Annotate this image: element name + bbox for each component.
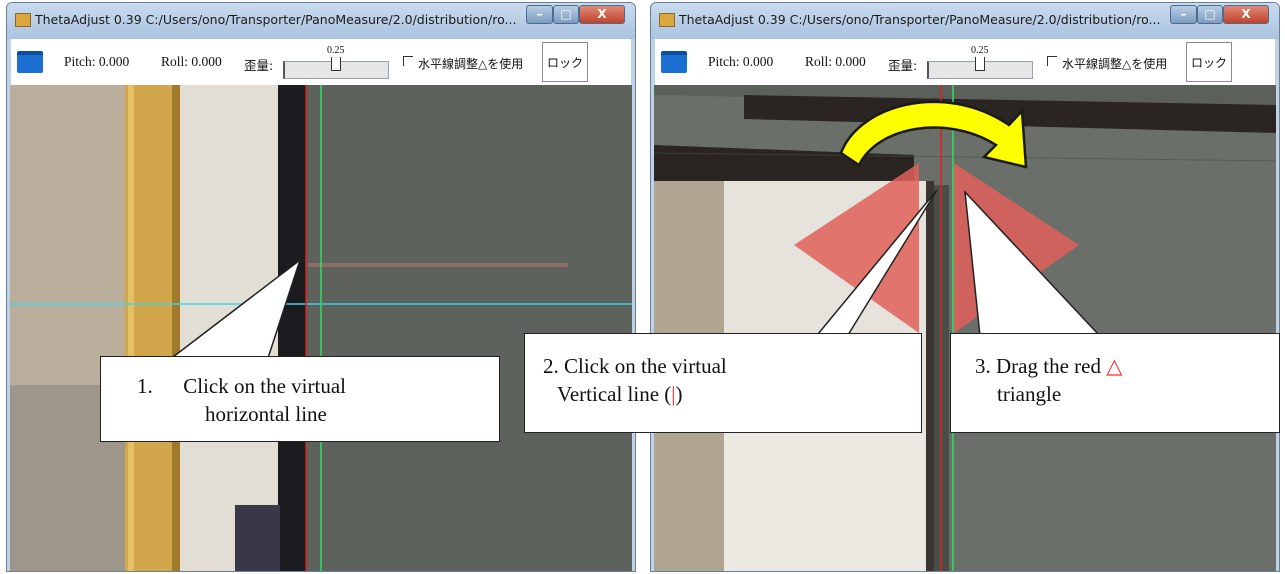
callout-step-1-number: 1. [137, 374, 153, 398]
callout-pointers [170, 189, 1100, 359]
callout-step-3-line1: 3. Drag the red △ [975, 354, 1123, 378]
callout-2-pointer [816, 189, 938, 336]
callout-step-1: 1. Click on the virtual horizontal line [100, 356, 500, 442]
callout-step-3: 3. Drag the red △ triangle [950, 333, 1280, 433]
triangle-symbol: △ [1106, 354, 1123, 378]
callout-3-pointer [964, 189, 1100, 337]
callout-1-pointer [170, 257, 302, 359]
callout-step-2-line2: Vertical line (|) [557, 382, 683, 406]
callout-step-2: 2. Click on the virtual Vertical line (|… [524, 333, 922, 433]
callout-step-1-line1: 1. Click on the virtual [137, 372, 499, 400]
callout-step-1-text: Click on the virtual [183, 374, 346, 398]
callout-step-1-line2: horizontal line [205, 402, 327, 426]
callout-step-2-line1: 2. Click on the virtual [543, 354, 727, 378]
callout-step-3-line2: triangle [997, 382, 1062, 406]
